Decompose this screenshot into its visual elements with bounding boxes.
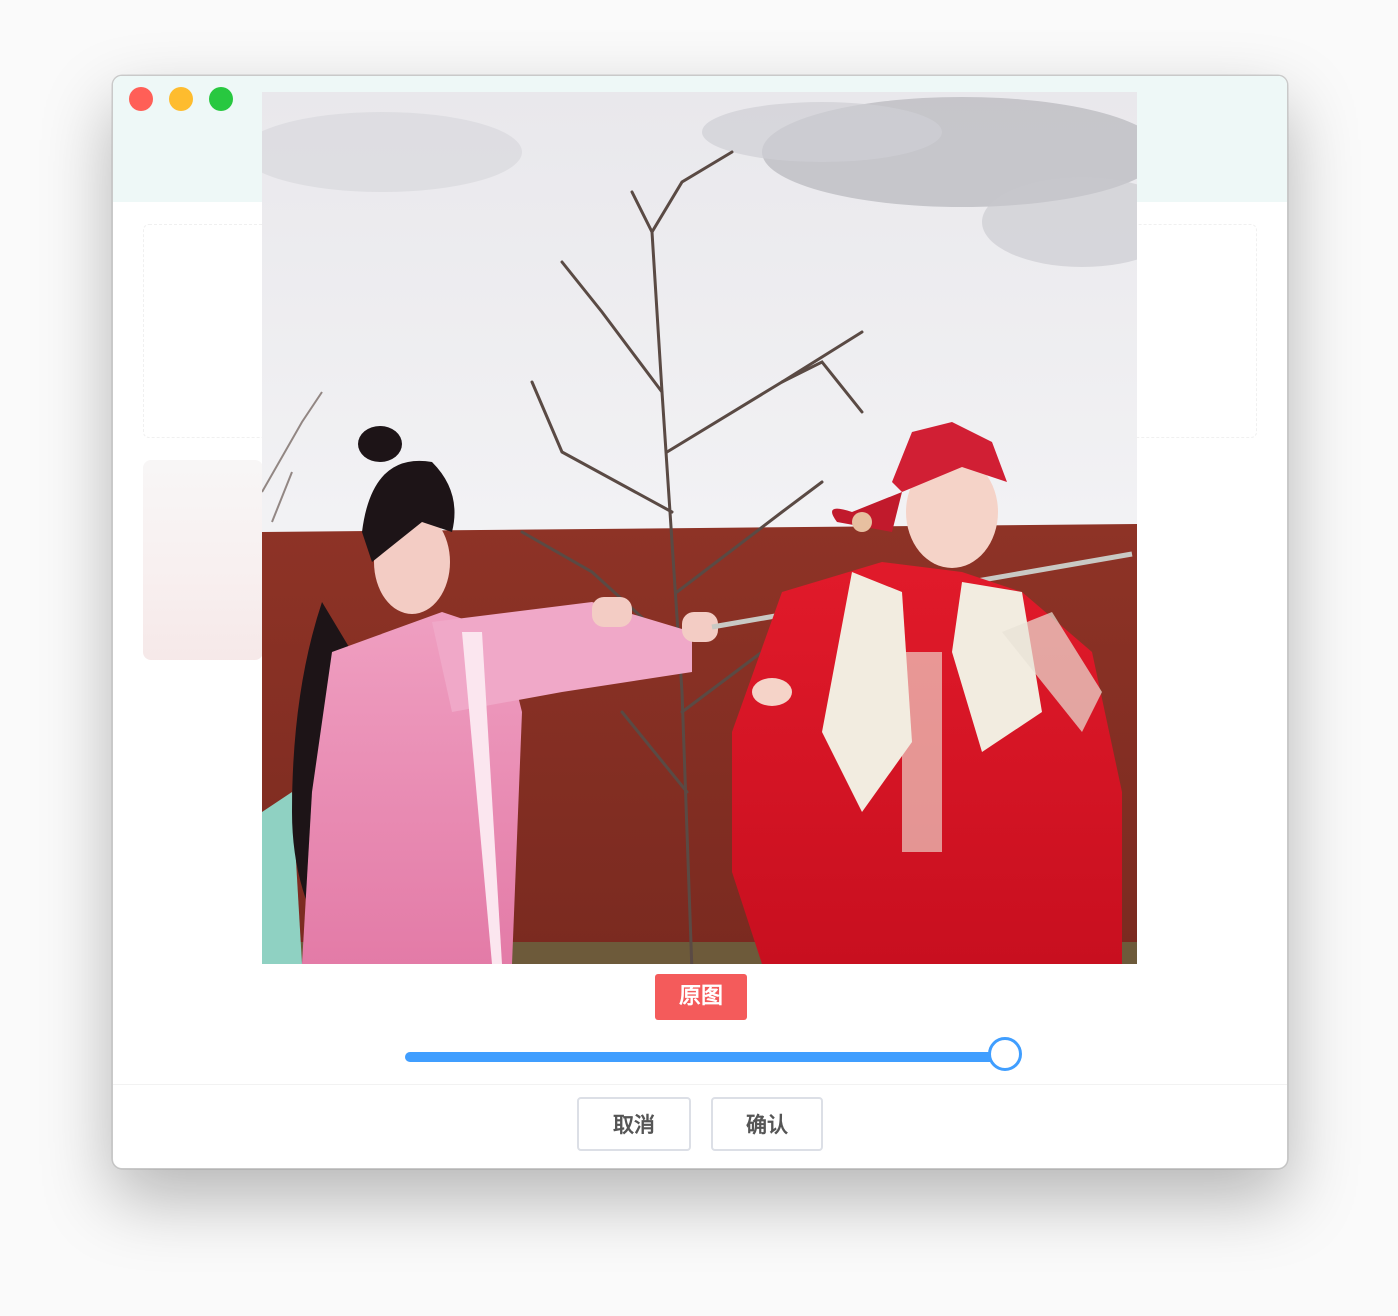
slider-handle[interactable]	[988, 1037, 1022, 1071]
mode-label-badge: 原图	[655, 974, 747, 1020]
image-preview	[262, 92, 1137, 964]
close-window-button[interactable]	[129, 87, 153, 111]
intensity-slider[interactable]	[405, 1036, 1022, 1080]
preview-photo	[262, 92, 1137, 964]
footer-divider	[113, 1084, 1287, 1085]
slider-fill	[405, 1052, 1005, 1062]
confirm-button[interactable]: 确认	[711, 1097, 823, 1151]
image-editor-window: 原图 取消 确认	[112, 75, 1288, 1169]
zoom-window-button[interactable]	[209, 87, 233, 111]
cancel-button[interactable]: 取消	[577, 1097, 691, 1151]
minimize-window-button[interactable]	[169, 87, 193, 111]
background-thumbnail	[143, 460, 263, 660]
